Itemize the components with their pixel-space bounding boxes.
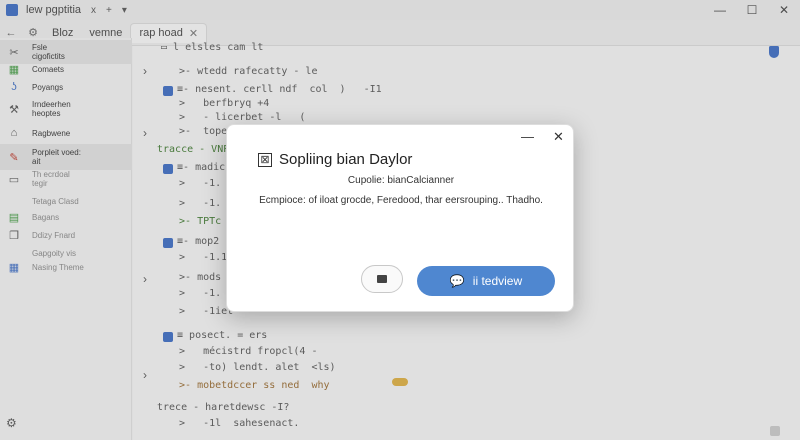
primary-button[interactable]: 💬 ii tedview bbox=[417, 266, 555, 296]
checkbox-x-icon: ⊠ bbox=[258, 153, 272, 167]
dialog-close-button[interactable]: ✕ bbox=[553, 129, 564, 145]
primary-button-label: ii tedview bbox=[472, 274, 523, 288]
dialog-subtitle: Cupolie: bianCalcianner bbox=[347, 175, 455, 186]
chat-icon: 💬 bbox=[449, 274, 465, 288]
keyboard-icon bbox=[377, 275, 387, 283]
dialog-minimize-button[interactable]: — bbox=[521, 129, 534, 144]
dialog: — ✕ ⊠ Sopliing bian Daylor Cupolie: bian… bbox=[226, 124, 574, 312]
secondary-button[interactable] bbox=[361, 265, 403, 293]
dialog-title: Sopliing bian Daylor bbox=[279, 151, 413, 168]
dialog-body: Ecmpioce: of iloat grocde, Feredood, tha… bbox=[259, 195, 543, 206]
